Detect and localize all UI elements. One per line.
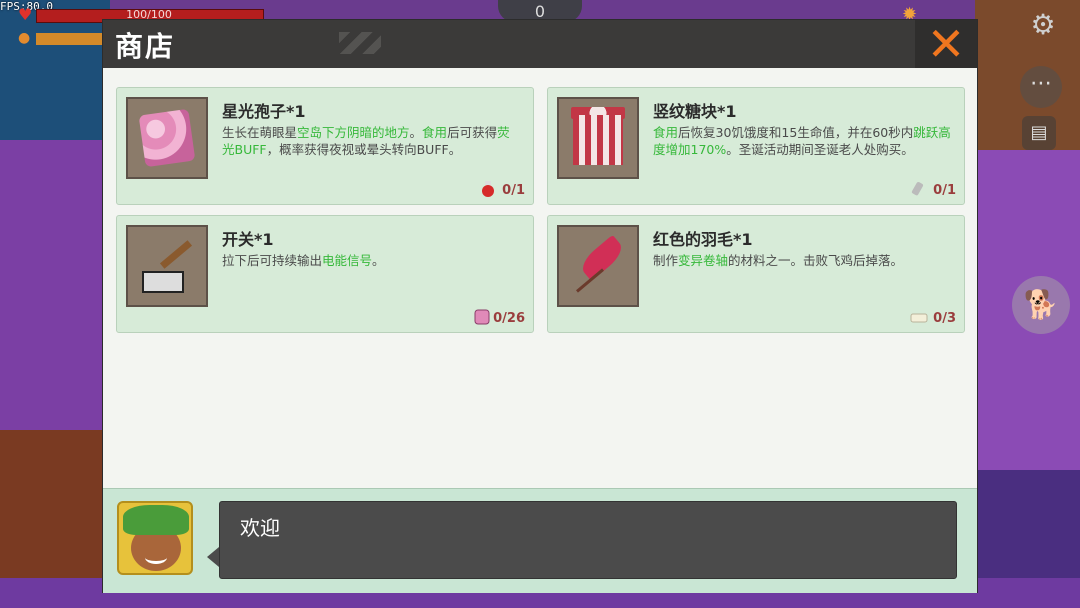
pet-button[interactable]: 🐕 xyxy=(1012,276,1070,334)
item-cost: 0/1 xyxy=(933,183,956,198)
shop-title: 商店 xyxy=(115,30,176,63)
red-feather-icon xyxy=(557,225,639,307)
item-name: 红色的羽毛*1 xyxy=(653,230,753,249)
desc-text: 。圣诞活动期间圣诞老人处购买。 xyxy=(726,142,914,157)
speech-tail xyxy=(207,547,219,567)
npc-merchant-avatar[interactable] xyxy=(117,501,193,575)
purple-wall-left xyxy=(0,140,110,440)
item-cost: 0/3 xyxy=(933,311,956,326)
red-potion-icon xyxy=(482,181,494,197)
more-options-button[interactable]: ⋯ xyxy=(1020,66,1062,108)
desc-text: 的材料之一。击败飞鸡后掉落。 xyxy=(728,253,904,268)
desc-text: 。 xyxy=(409,125,423,140)
pink-cube-icon xyxy=(474,309,490,325)
item-name: 星光孢子*1 xyxy=(222,102,306,121)
header-stripe-decoration xyxy=(339,32,381,54)
lever-switch-icon xyxy=(126,225,208,307)
dialog-text: 欢迎 xyxy=(240,516,280,540)
top-counter: 0 xyxy=(498,0,582,22)
highlight-text: 空岛下方阴暗的地方 xyxy=(297,125,410,140)
close-icon[interactable]: ✕ xyxy=(915,20,977,68)
speech-bubble[interactable]: 欢迎 xyxy=(219,501,957,579)
desc-text: 后恢复30饥饿度和15生命值，并在60秒内 xyxy=(678,125,914,140)
book-icon[interactable]: ▤ xyxy=(1022,116,1056,150)
heart-icon: ♥ xyxy=(18,5,33,24)
desc-text: 后可获得 xyxy=(447,125,498,140)
desc-text: 拉下后可持续输出 xyxy=(222,253,323,268)
shop-item-red-feather[interactable]: 红色的羽毛*1 制作变异卷轴的材料之一。击败飞鸡后掉落。 0/3 xyxy=(547,215,965,333)
desc-text: 。 xyxy=(372,253,385,268)
desc-text: 生长在萌眼星 xyxy=(222,125,298,140)
item-name: 竖纹糖块*1 xyxy=(653,102,737,121)
item-description: 制作变异卷轴的材料之一。击败飞鸡后掉落。 xyxy=(653,252,953,269)
shop-item-star-spore[interactable]: 星光孢子*1 生长在萌眼星空岛下方阴暗的地方。食用后可获得荧光BUFF，概率获得… xyxy=(116,87,534,205)
item-cost: 0/1 xyxy=(502,183,525,198)
gear-icon[interactable]: ⚙ xyxy=(1026,8,1060,42)
drumstick-icon: ● xyxy=(18,30,31,46)
highlight-text: 食用 xyxy=(653,125,679,140)
star-spore-cube-icon xyxy=(126,97,208,179)
shop-window: 商店 ✕ 星光孢子*1 生长在萌眼星空岛下方阴暗的地方。食用后可获得荧光BUFF… xyxy=(103,20,977,593)
item-name: 开关*1 xyxy=(222,230,274,249)
desc-text: 制作 xyxy=(653,253,679,268)
bottle-icon xyxy=(911,182,923,196)
desc-text: ，概率获得夜视或晕头转向BUFF。 xyxy=(266,142,462,157)
white-block-icon xyxy=(910,313,928,323)
highlight-text: 变异卷轴 xyxy=(678,253,729,268)
striped-candy-gift-icon xyxy=(557,97,639,179)
shop-item-striped-candy[interactable]: 竖纹糖块*1 食用后恢复30饥饿度和15生命值，并在60秒内跳跃高度增加170%… xyxy=(547,87,965,205)
highlight-text: 电能信号 xyxy=(322,253,373,268)
highlight-text: 食用 xyxy=(422,125,448,140)
item-description: 食用后恢复30饥饿度和15生命值，并在60秒内跳跃高度增加170%。圣诞活动期间… xyxy=(653,124,953,158)
shop-item-lever-switch[interactable]: 开关*1 拉下后可持续输出电能信号。 0/26 xyxy=(116,215,534,333)
item-description: 生长在萌眼星空岛下方阴暗的地方。食用后可获得荧光BUFF，概率获得夜视或晕头转向… xyxy=(222,124,522,158)
item-cost: 0/26 xyxy=(493,311,525,326)
shop-header: 商店 ✕ xyxy=(103,20,977,68)
npc-dialog: 欢迎 xyxy=(103,488,977,593)
item-description: 拉下后可持续输出电能信号。 xyxy=(222,252,522,269)
